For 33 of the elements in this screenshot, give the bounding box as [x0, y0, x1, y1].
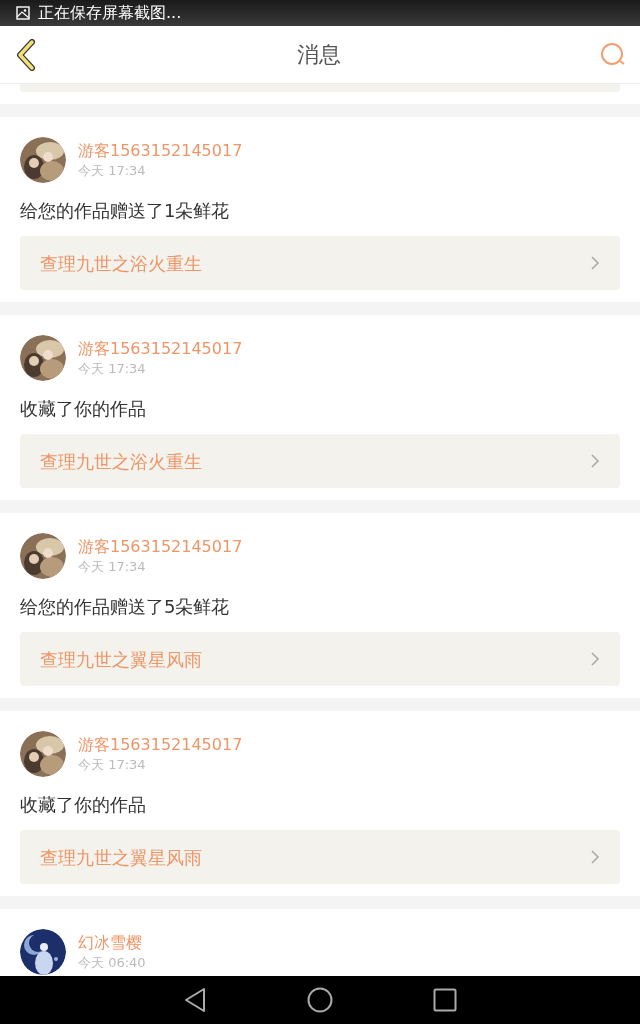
- chevron-icon: [590, 255, 600, 271]
- work-link[interactable]: 查理九世之翼星风雨: [20, 632, 620, 686]
- message-time: 今天 17:34: [78, 162, 147, 180]
- user-name[interactable]: 游客1563152145017: [78, 338, 243, 360]
- home-button[interactable]: [307, 987, 333, 1013]
- chevron-icon: [590, 453, 600, 469]
- work-link[interactable]: 查理九世之浴火重生: [20, 434, 620, 488]
- message-text: 给您的作品赠送了1朵鲜花: [20, 199, 231, 223]
- image-icon: [16, 6, 30, 20]
- home-icon: [307, 987, 333, 1013]
- chevron-icon: [590, 849, 600, 865]
- work-link[interactable]: 查理九世之浴火重生: [20, 236, 620, 290]
- message-time: 今天 17:34: [78, 756, 147, 774]
- user-name[interactable]: 游客1563152145017: [78, 140, 243, 162]
- user-name[interactable]: 游客1563152145017: [78, 734, 243, 756]
- message-time: 今天 17:34: [78, 558, 147, 576]
- work-link[interactable]: 查理九世之翼星风雨: [20, 830, 620, 884]
- message-text: 给您的作品赠送了5朵鲜花: [20, 595, 231, 619]
- notification-text: 正在保存屏幕截图...: [38, 2, 182, 24]
- back-icon: [183, 987, 207, 1013]
- page-title: 消息: [297, 41, 341, 69]
- search-icon: [600, 41, 626, 68]
- back-nav-button[interactable]: [183, 987, 207, 1013]
- back-icon: [16, 38, 36, 71]
- message-text: 收藏了你的作品: [20, 397, 147, 421]
- chevron-icon: [590, 651, 600, 667]
- message-text: 收藏了你的作品: [20, 793, 147, 817]
- recents-button[interactable]: [433, 988, 457, 1012]
- user-name[interactable]: 幻冰雪樱: [78, 932, 146, 954]
- user-name[interactable]: 游客1563152145017: [78, 536, 243, 558]
- recents-icon: [433, 988, 457, 1012]
- message-time: 今天 17:34: [78, 360, 147, 378]
- message-time: 今天 06:40: [78, 954, 146, 972]
